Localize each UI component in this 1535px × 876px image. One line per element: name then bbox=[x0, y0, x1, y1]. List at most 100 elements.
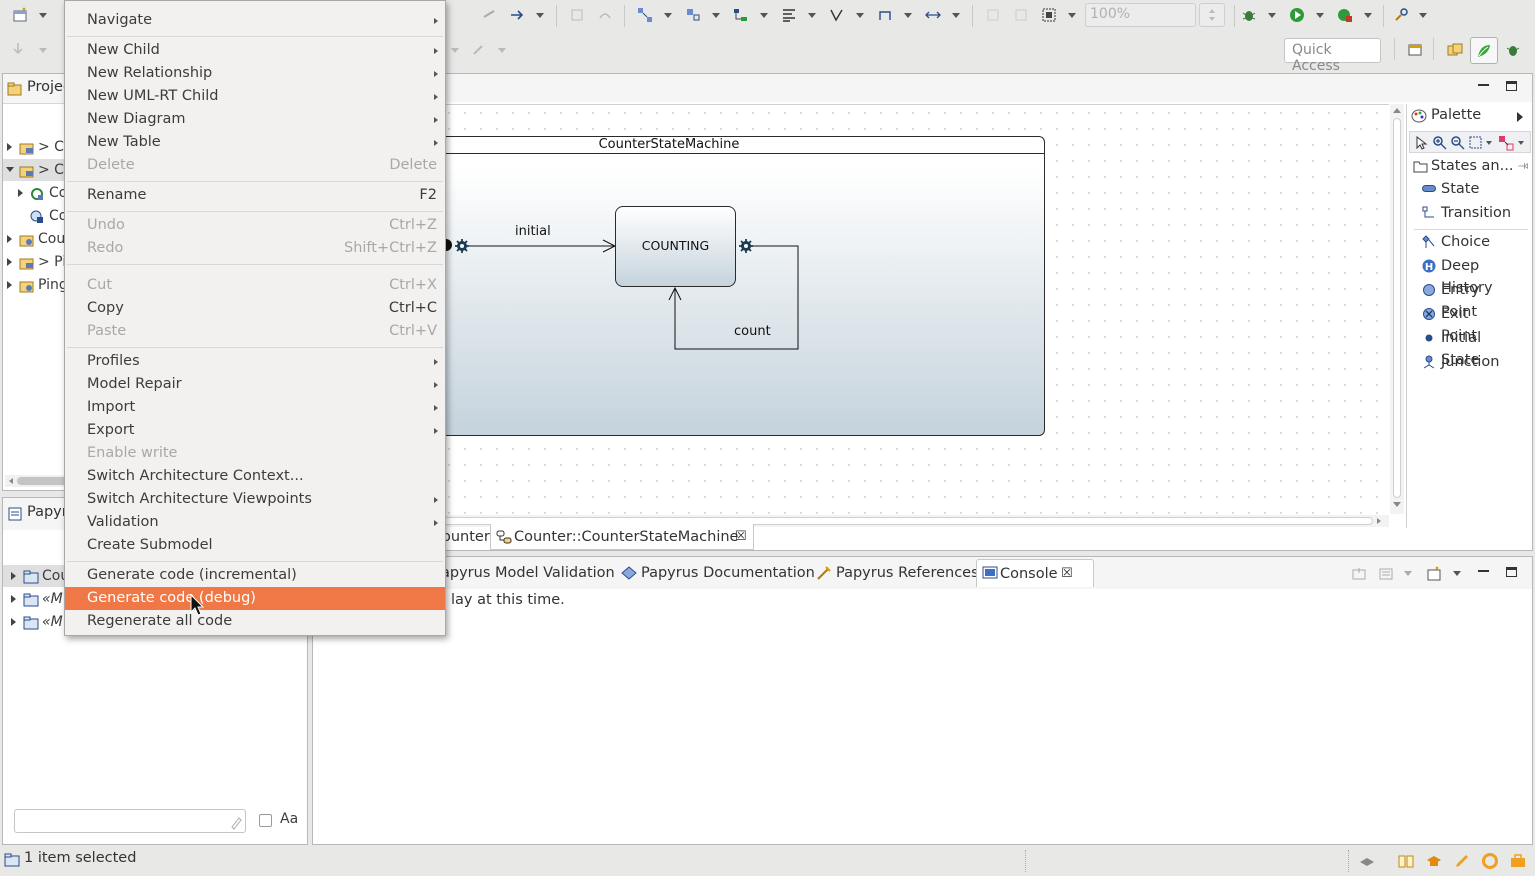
menu-item-new-table[interactable]: New Table bbox=[65, 131, 445, 154]
menu-item-paste[interactable]: Paste Ctrl+V bbox=[65, 320, 445, 343]
external-tools-icon[interactable] bbox=[1337, 7, 1353, 23]
router-dropdown-icon[interactable] bbox=[904, 13, 912, 18]
menu-item-model-repair[interactable]: Model Repair bbox=[65, 373, 445, 396]
case-checkbox[interactable] bbox=[259, 814, 272, 827]
link-icon[interactable] bbox=[481, 7, 497, 23]
line-style-dropdown-icon[interactable] bbox=[856, 13, 864, 18]
paste-format-icon[interactable] bbox=[597, 7, 613, 23]
zoom-page-icon[interactable] bbox=[1041, 7, 1057, 23]
select-all-icon[interactable] bbox=[685, 7, 701, 23]
layout-tree-icon[interactable] bbox=[733, 7, 749, 23]
pin-console-icon[interactable] bbox=[1351, 566, 1367, 582]
arrow-right-icon[interactable] bbox=[509, 7, 525, 23]
align-icon[interactable] bbox=[781, 7, 797, 23]
new-dropdown-icon[interactable] bbox=[39, 13, 47, 18]
filter-input[interactable] bbox=[14, 809, 246, 833]
expand-icon[interactable] bbox=[18, 189, 23, 197]
display-console-dropdown-icon[interactable] bbox=[1404, 571, 1412, 576]
menu-item-switch-architecture-context[interactable]: Switch Architecture Context... bbox=[65, 465, 445, 488]
debug-icon[interactable] bbox=[1241, 7, 1257, 23]
align-dropdown-icon[interactable] bbox=[808, 13, 816, 18]
expand-icon[interactable] bbox=[7, 143, 12, 151]
marquee-dropdown-icon[interactable] bbox=[1486, 141, 1492, 145]
close-tab-icon[interactable]: ☒ bbox=[735, 524, 747, 550]
arrow-dropdown-icon[interactable] bbox=[536, 13, 544, 18]
menu-item-undo[interactable]: Undo Ctrl+Z bbox=[65, 214, 445, 237]
marquee-tool-icon[interactable] bbox=[1468, 135, 1484, 151]
menu-item-new-diagram[interactable]: New Diagram bbox=[65, 108, 445, 131]
expand-icon[interactable] bbox=[7, 258, 12, 266]
minimize-editor-button[interactable] bbox=[1478, 84, 1489, 86]
menu-item-cut[interactable]: Cut Ctrl+X bbox=[65, 274, 445, 297]
menu-item-navigate[interactable]: Navigate bbox=[65, 9, 445, 32]
size-dropdown-icon[interactable] bbox=[952, 13, 960, 18]
connection-tool-icon[interactable] bbox=[1498, 135, 1514, 151]
search-tool-dropdown-icon[interactable] bbox=[1419, 13, 1427, 18]
expand-icon[interactable] bbox=[7, 281, 12, 289]
arrange-all-icon[interactable] bbox=[637, 7, 653, 23]
debug-perspective-icon[interactable] bbox=[1505, 42, 1521, 58]
same-width-icon[interactable] bbox=[925, 7, 941, 23]
menu-item-create-submodel[interactable]: Create Submodel bbox=[65, 534, 445, 557]
maximize-console-button[interactable] bbox=[1506, 567, 1517, 577]
clear-filter-icon[interactable] bbox=[228, 814, 244, 830]
tab-model-validation[interactable]: apyrus Model Validation bbox=[441, 560, 615, 586]
menu-item-generate-code-incremental[interactable]: Generate code (incremental) bbox=[65, 564, 445, 587]
palette-collapse-icon[interactable] bbox=[1517, 112, 1523, 122]
pen-dropdown-icon[interactable] bbox=[498, 48, 506, 53]
pen-icon[interactable] bbox=[471, 41, 487, 57]
editor-tab-state-machine[interactable]: Counter::CounterStateMachine ☒ bbox=[490, 524, 754, 550]
menu-item-copy[interactable]: Copy Ctrl+C bbox=[65, 297, 445, 320]
open-console-icon[interactable] bbox=[1426, 566, 1442, 582]
navigate-back-icon[interactable] bbox=[10, 41, 26, 57]
debug-dropdown-icon[interactable] bbox=[1268, 13, 1276, 18]
layout-dropdown-icon[interactable] bbox=[760, 13, 768, 18]
zoom-fit-disabled-icon[interactable] bbox=[1013, 7, 1029, 23]
palette-drawer-header[interactable]: States an... bbox=[1407, 155, 1531, 177]
menu-item-generate-code-debug[interactable]: Generate code (debug) bbox=[65, 587, 445, 610]
toolbox-icon[interactable] bbox=[1510, 853, 1526, 869]
menu-item-delete[interactable]: Delete Delete bbox=[65, 154, 445, 177]
run-icon[interactable] bbox=[1289, 7, 1305, 23]
connection-dropdown-icon[interactable] bbox=[1518, 141, 1524, 145]
run-dropdown-icon[interactable] bbox=[1316, 13, 1324, 18]
expand-icon[interactable] bbox=[11, 572, 16, 580]
minimize-console-button[interactable] bbox=[1478, 570, 1489, 572]
menu-item-enable-write[interactable]: Enable write bbox=[65, 442, 445, 465]
copy-format-icon[interactable] bbox=[569, 7, 585, 23]
open-console-dropdown-icon[interactable] bbox=[1453, 571, 1461, 576]
open-perspective-icon[interactable] bbox=[1407, 42, 1423, 58]
menu-item-new-relationship[interactable]: New Relationship bbox=[65, 62, 445, 85]
close-tab-icon[interactable]: ☒ bbox=[1061, 561, 1073, 587]
external-tools-dropdown-icon[interactable] bbox=[1364, 13, 1372, 18]
menu-item-validation[interactable]: Validation bbox=[65, 511, 445, 534]
zoom-out-tool-icon[interactable] bbox=[1450, 135, 1466, 151]
papyrus-perspective-button[interactable] bbox=[1470, 37, 1498, 64]
router-icon[interactable] bbox=[877, 7, 893, 23]
quick-access-field[interactable]: Quick Access bbox=[1284, 38, 1381, 74]
vertical-scrollbar-thumb[interactable] bbox=[1393, 118, 1401, 498]
search-tool-icon[interactable] bbox=[1393, 7, 1409, 23]
pencil-icon[interactable] bbox=[1454, 853, 1470, 869]
menu-item-new-umlrt-child[interactable]: New UML-RT Child bbox=[65, 85, 445, 108]
hat-icon[interactable] bbox=[1359, 853, 1375, 869]
menu-item-switch-architecture-viewpoints[interactable]: Switch Architecture Viewpoints bbox=[65, 488, 445, 511]
pin-icon[interactable] bbox=[1517, 158, 1529, 174]
zoom-in-tool-icon[interactable] bbox=[1432, 135, 1448, 151]
menu-item-import[interactable]: Import bbox=[65, 396, 445, 419]
expand-icon[interactable] bbox=[11, 595, 16, 603]
vertical-scrollbar[interactable] bbox=[1390, 104, 1404, 514]
menu-item-rename[interactable]: Rename F2 bbox=[65, 184, 445, 207]
graduation-icon[interactable] bbox=[1426, 853, 1442, 869]
collapse-icon[interactable] bbox=[6, 167, 14, 172]
select-tool-icon[interactable] bbox=[1414, 135, 1430, 151]
menu-item-new-child[interactable]: New Child bbox=[65, 39, 445, 62]
zoom-page-dropdown-icon[interactable] bbox=[1068, 13, 1076, 18]
expand-icon[interactable] bbox=[7, 235, 12, 243]
edit-dropdown-icon[interactable] bbox=[451, 48, 459, 53]
menu-item-profiles[interactable]: Profiles bbox=[65, 350, 445, 373]
menu-item-redo[interactable]: Redo Shift+Ctrl+Z bbox=[65, 237, 445, 260]
editor-tab-counter[interactable]: ounter bbox=[442, 524, 490, 550]
menu-item-export[interactable]: Export bbox=[65, 419, 445, 442]
new-wizard-icon[interactable] bbox=[12, 7, 28, 23]
